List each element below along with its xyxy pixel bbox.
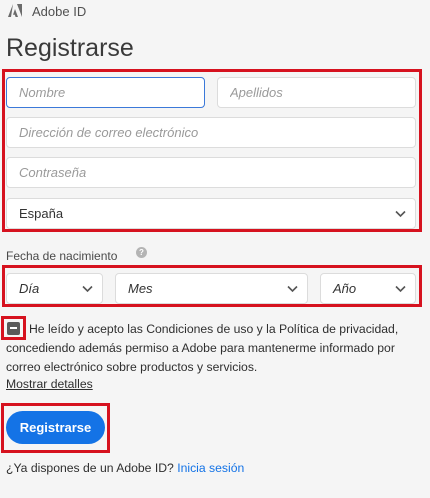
password-input[interactable]	[19, 165, 415, 180]
year-select[interactable]: Año	[320, 273, 416, 304]
consent-text: He leído y acepto las Condiciones de uso…	[6, 322, 399, 374]
last-name-field[interactable]	[217, 77, 416, 108]
help-icon[interactable]: ?	[136, 247, 147, 258]
last-name-input[interactable]	[230, 85, 415, 100]
month-select[interactable]: Mes	[115, 273, 308, 304]
top-bar: Adobe ID	[0, 0, 430, 24]
signin-row: ¿Ya dispones de un Adobe ID? Inicia sesi…	[6, 461, 244, 475]
chevron-down-icon	[395, 210, 406, 218]
adobe-logo-icon	[8, 4, 22, 17]
dob-label: Fecha de nacimiento	[6, 249, 118, 263]
month-value: Mes	[128, 281, 153, 296]
day-select[interactable]: Día	[6, 273, 103, 304]
signin-link[interactable]: Inicia sesión	[177, 461, 244, 475]
chevron-down-icon	[287, 285, 298, 293]
year-value: Año	[333, 281, 357, 296]
country-value: España	[19, 206, 64, 221]
first-name-field[interactable]	[6, 77, 205, 108]
register-button[interactable]: Registrarse	[6, 411, 105, 444]
page-title: Registrarse	[6, 34, 134, 62]
show-details-link[interactable]: Mostrar detalles	[6, 377, 93, 391]
email-field[interactable]	[6, 117, 416, 148]
email-input[interactable]	[19, 125, 415, 140]
country-select[interactable]: España	[6, 198, 416, 229]
chevron-down-icon	[82, 285, 93, 293]
signin-prompt: ¿Ya dispones de un Adobe ID?	[6, 461, 174, 475]
password-field[interactable]	[6, 157, 416, 188]
chevron-down-icon	[395, 285, 406, 293]
first-name-input[interactable]	[19, 85, 204, 100]
day-value: Día	[19, 281, 40, 296]
brand-name: Adobe ID	[32, 4, 87, 19]
